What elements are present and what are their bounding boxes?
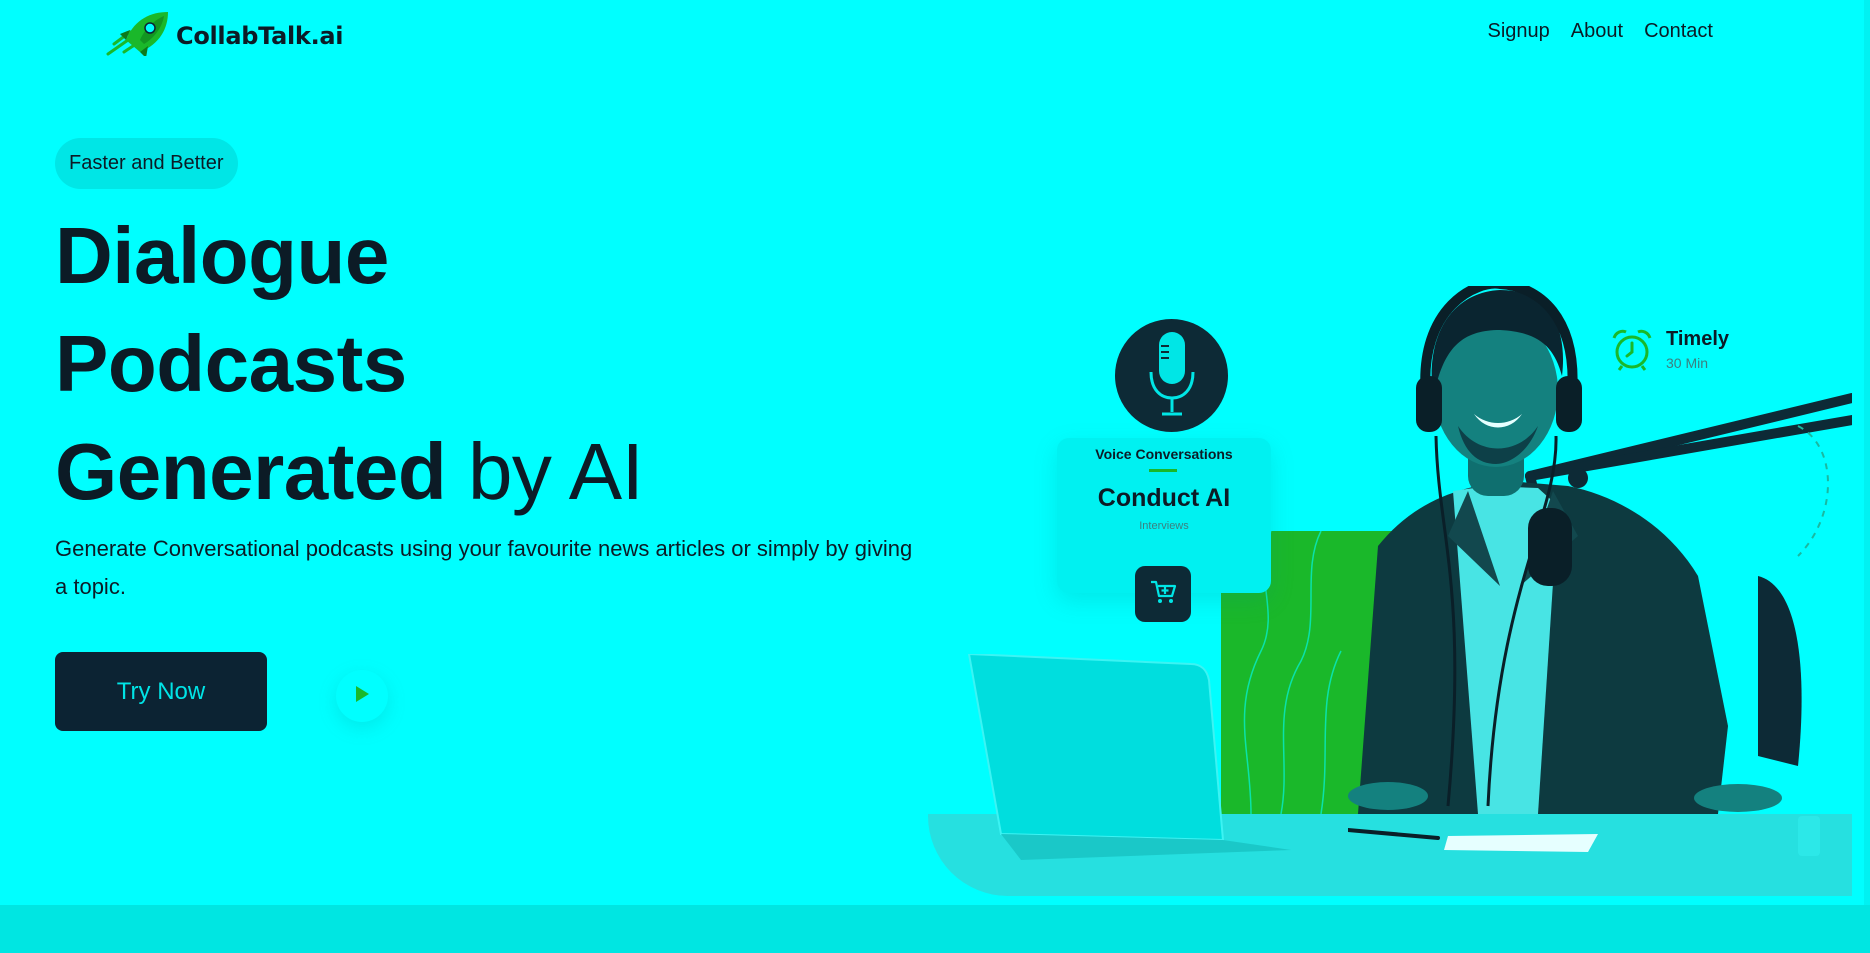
landing-page: CollabTalk.ai Signup About Contact Faste…	[0, 0, 1870, 953]
podcaster-illustration	[1348, 286, 1852, 814]
headline-bold-word: Generated	[55, 427, 447, 516]
cart-icon	[1149, 579, 1177, 610]
cart-button[interactable]	[1135, 566, 1191, 622]
page-edge	[1864, 0, 1870, 905]
headline-line-1: Dialogue	[55, 211, 389, 300]
card-title: Voice Conversations	[1095, 446, 1233, 462]
top-nav: Signup About Contact	[1488, 20, 1713, 43]
headline-line-3: Generated by AI	[55, 432, 644, 512]
card-subtitle: Interviews	[1139, 520, 1189, 532]
logo[interactable]: CollabTalk.ai	[104, 10, 344, 61]
play-icon	[353, 685, 371, 708]
timely-subtitle: 30 Min	[1666, 355, 1709, 371]
rocket-icon	[104, 10, 172, 61]
headline-light-words: by AI	[467, 427, 644, 516]
brand-name: CollabTalk.ai	[176, 21, 344, 50]
microphone-badge	[1115, 319, 1228, 432]
alarm-clock-icon	[1610, 328, 1654, 377]
timely-badge: Timely 30 Min	[1610, 328, 1729, 377]
hero-description: Generate Conversational podcasts using y…	[55, 536, 913, 599]
headline-line-2: Podcasts	[55, 319, 407, 408]
play-button[interactable]	[336, 670, 388, 722]
desk-items	[1348, 816, 1820, 856]
footer-band	[0, 905, 1870, 953]
hero-badge: Faster and Better	[55, 138, 238, 189]
card-underline	[1149, 469, 1177, 472]
nav-contact-link[interactable]: Contact	[1644, 20, 1713, 43]
hero-illustration: Voice Conversations Conduct AI Interview…	[928, 286, 1852, 896]
timely-title: Timely	[1666, 328, 1729, 350]
microphone-icon	[1147, 328, 1197, 423]
try-now-button[interactable]: Try Now	[55, 652, 267, 731]
card-headline: Conduct AI	[1097, 484, 1231, 512]
laptop-illustration	[967, 654, 1291, 860]
nav-signup-link[interactable]: Signup	[1488, 20, 1550, 43]
nav-about-link[interactable]: About	[1571, 20, 1623, 43]
